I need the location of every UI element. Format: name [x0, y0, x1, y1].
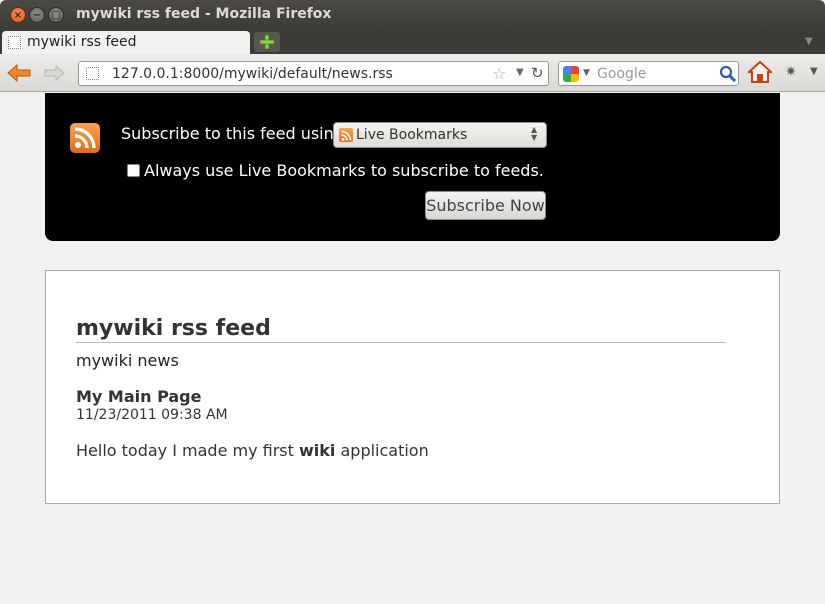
site-identity-icon[interactable]	[86, 67, 99, 80]
feed-subscribe-header: Subscribe to this feed using Live Bookma…	[45, 93, 780, 241]
entry-content-text-end: application	[335, 441, 429, 460]
new-tab-button[interactable]	[254, 32, 280, 52]
maximize-icon[interactable]: □	[48, 7, 64, 23]
entry-content-text: Hello today I made my first	[76, 441, 299, 460]
entry-title-link[interactable]: My Main Page	[76, 387, 201, 406]
navigation-toolbar: 127.0.0.1:8000/mywiki/default/news.rss ☆…	[0, 54, 825, 92]
always-use-checkbox[interactable]	[127, 164, 140, 177]
window-titlebar: × − □ mywiki rss feed - Mozilla Firefox	[0, 0, 825, 30]
home-icon[interactable]	[748, 60, 772, 84]
tab-mywiki-rss-feed[interactable]: mywiki rss feed	[2, 31, 250, 54]
select-arrows-icon: ▲ ▼	[531, 125, 538, 142]
always-use-label[interactable]: Always use Live Bookmarks to subscribe t…	[144, 161, 544, 180]
close-icon[interactable]: ×	[10, 7, 26, 23]
page-content: Subscribe to this feed using Live Bookma…	[0, 93, 825, 604]
rss-icon	[70, 123, 100, 153]
search-input[interactable]: Google	[597, 66, 646, 82]
tab-list-dropdown-icon[interactable]: ▼	[805, 36, 813, 47]
subscribe-now-button[interactable]: Subscribe Now	[425, 191, 546, 220]
feed-body: mywiki rss feed mywiki news My Main Page…	[45, 270, 780, 504]
search-engine-dropdown-icon[interactable]: ▼	[583, 68, 590, 78]
bookmark-star-icon[interactable]: ☆	[492, 64, 506, 83]
back-arrow-icon[interactable]	[6, 63, 32, 83]
tab-favicon-icon	[8, 36, 21, 49]
live-bookmarks-icon	[339, 128, 353, 142]
history-dropdown-icon[interactable]: ▼	[516, 67, 524, 78]
addon-icon[interactable]: ✷	[785, 64, 797, 80]
forward-arrow-icon[interactable]	[43, 63, 67, 83]
search-icon[interactable]	[719, 65, 737, 83]
google-icon[interactable]	[563, 66, 579, 82]
entry-date: 11/23/2011 09:38 AM	[76, 407, 228, 423]
subscribe-label: Subscribe to this feed using	[121, 124, 344, 143]
feed-title: mywiki rss feed	[76, 316, 726, 343]
feed-reader-select[interactable]: Live Bookmarks ▲ ▼	[333, 122, 547, 148]
feed-reader-selected: Live Bookmarks	[356, 127, 468, 143]
window-title: mywiki rss feed - Mozilla Firefox	[76, 6, 332, 22]
tab-label: mywiki rss feed	[27, 34, 137, 50]
entry-content: Hello today I made my first wiki applica…	[76, 441, 429, 460]
toolbar-overflow-icon[interactable]: ▼	[810, 66, 818, 77]
url-bar[interactable]: 127.0.0.1:8000/mywiki/default/news.rss ☆…	[78, 61, 549, 86]
minimize-icon[interactable]: −	[29, 7, 45, 23]
reload-icon[interactable]: ↻	[531, 64, 544, 82]
url-text[interactable]: 127.0.0.1:8000/mywiki/default/news.rss	[112, 66, 393, 82]
new-tab-icon	[259, 34, 275, 50]
tab-strip: mywiki rss feed ▼	[0, 30, 825, 54]
search-bar[interactable]: ▼ Google	[558, 61, 739, 86]
feed-subtitle: mywiki news	[76, 351, 179, 370]
entry-content-bold: wiki	[299, 441, 336, 460]
